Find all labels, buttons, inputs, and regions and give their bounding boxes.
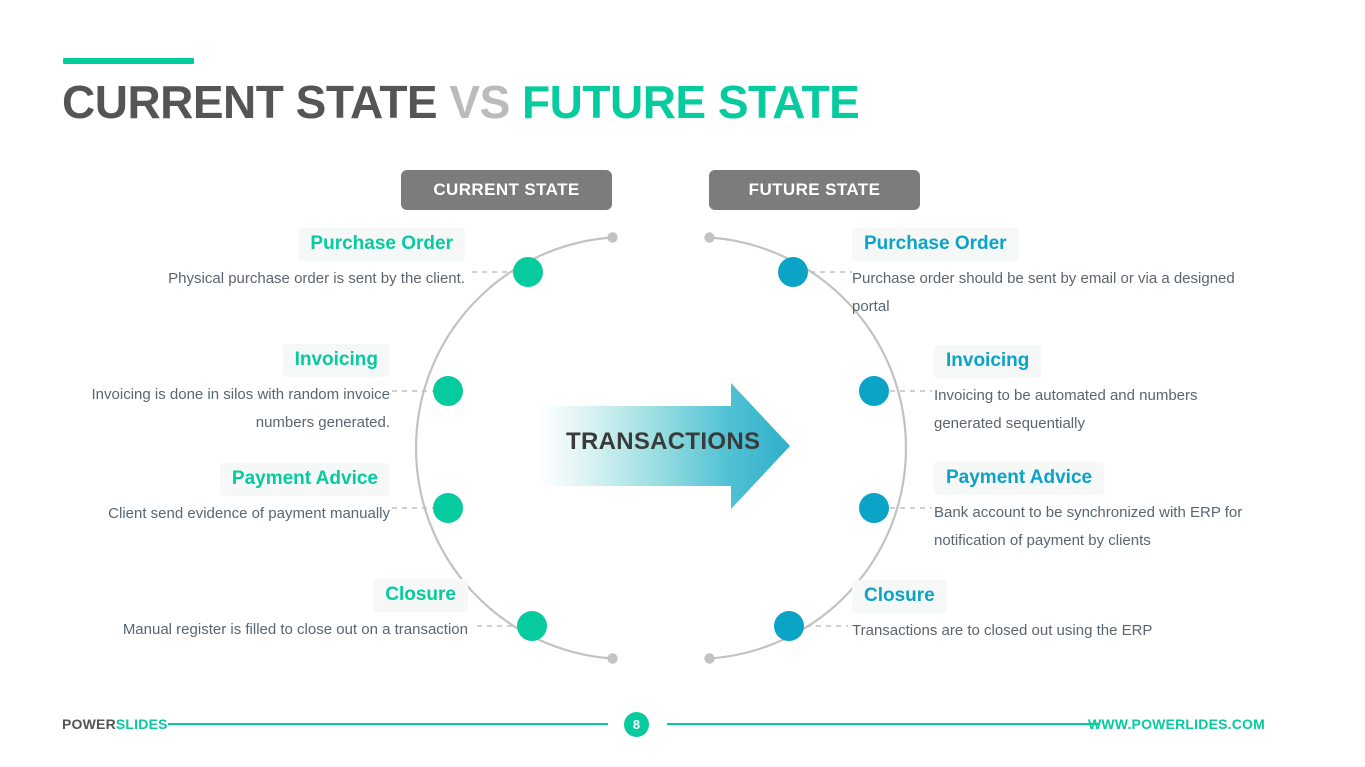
future-state-header-label: FUTURE STATE — [748, 180, 881, 199]
current-item-payment-advice: Payment Advice Client send evidence of p… — [100, 463, 390, 528]
future-state-header-pill: FUTURE STATE — [709, 170, 920, 210]
future-item-payment-advice-title: Payment Advice — [934, 462, 1105, 495]
future-item-payment-advice-desc: Bank account to be synchronized with ERP… — [934, 504, 1243, 549]
right-arc-end-dot — [704, 653, 715, 664]
transactions-arrow-label: TRANSACTIONS — [566, 428, 761, 455]
page-title: CURRENT STATE VS FUTURE STATE — [62, 74, 860, 130]
right-arc-start-dot — [704, 232, 715, 243]
node-right-closure[interactable] — [774, 611, 804, 641]
future-item-purchase-order-title: Purchase Order — [852, 228, 1019, 261]
future-item-invoicing: Invoicing Invoicing to be automated and … — [934, 345, 1264, 438]
footer-page-number: 8 — [624, 712, 649, 737]
current-item-purchase-order-title: Purchase Order — [298, 228, 465, 261]
node-right-invoicing[interactable] — [859, 376, 889, 406]
page-title-left: CURRENT STATE — [62, 76, 450, 128]
footer-brand-part-1: POWER — [62, 716, 116, 732]
future-item-purchase-order: Purchase Order Purchase order should be … — [852, 228, 1252, 321]
page-title-right: FUTURE STATE — [509, 76, 860, 128]
current-item-purchase-order-desc: Physical purchase order is sent by the c… — [168, 270, 465, 287]
node-left-invoicing[interactable] — [433, 376, 463, 406]
current-item-invoicing-desc: Invoicing is done in silos with random i… — [91, 386, 390, 431]
left-arc-end-dot — [607, 653, 618, 664]
node-left-closure[interactable] — [517, 611, 547, 641]
future-item-closure-desc: Transactions are to closed out using the… — [852, 622, 1153, 639]
title-accent-bar — [63, 58, 194, 64]
future-item-invoicing-title: Invoicing — [934, 345, 1042, 378]
future-item-purchase-order-desc: Purchase order should be sent by email o… — [852, 270, 1235, 315]
footer-divider-right — [667, 723, 1099, 725]
current-item-closure: Closure Manual register is filled to clo… — [100, 579, 468, 644]
future-item-invoicing-desc: Invoicing to be automated and numbers ge… — [934, 387, 1198, 432]
current-item-payment-advice-desc: Client send evidence of payment manually — [108, 505, 390, 522]
future-item-closure-title: Closure — [852, 580, 947, 613]
future-item-payment-advice: Payment Advice Bank account to be synchr… — [934, 462, 1279, 555]
footer-divider-left — [168, 723, 608, 725]
future-item-closure: Closure Transactions are to closed out u… — [852, 580, 1182, 645]
current-state-header-label: CURRENT STATE — [433, 180, 580, 199]
left-leader-lines — [392, 271, 528, 627]
current-item-invoicing-title: Invoicing — [282, 344, 390, 377]
node-left-purchase-order[interactable] — [513, 257, 543, 287]
right-leader-lines — [796, 271, 932, 627]
page-title-vs: VS — [449, 76, 510, 128]
footer-website-url: WWW.POWERLIDES.COM — [1087, 716, 1265, 732]
current-state-header-pill: CURRENT STATE — [401, 170, 612, 210]
current-item-closure-title: Closure — [373, 579, 468, 612]
left-arc-start-dot — [607, 232, 618, 243]
node-right-purchase-order[interactable] — [778, 257, 808, 287]
footer-brand-logo: POWERSLIDES — [62, 716, 168, 732]
current-item-purchase-order: Purchase Order Physical purchase order i… — [100, 228, 465, 293]
node-right-payment-advice[interactable] — [859, 493, 889, 523]
current-item-payment-advice-title: Payment Advice — [219, 463, 390, 496]
node-left-payment-advice[interactable] — [433, 493, 463, 523]
current-item-closure-desc: Manual register is filled to close out o… — [122, 621, 468, 638]
footer-brand-part-2: SLIDES — [115, 716, 168, 732]
current-item-invoicing: Invoicing Invoicing is done in silos wit… — [60, 344, 390, 437]
